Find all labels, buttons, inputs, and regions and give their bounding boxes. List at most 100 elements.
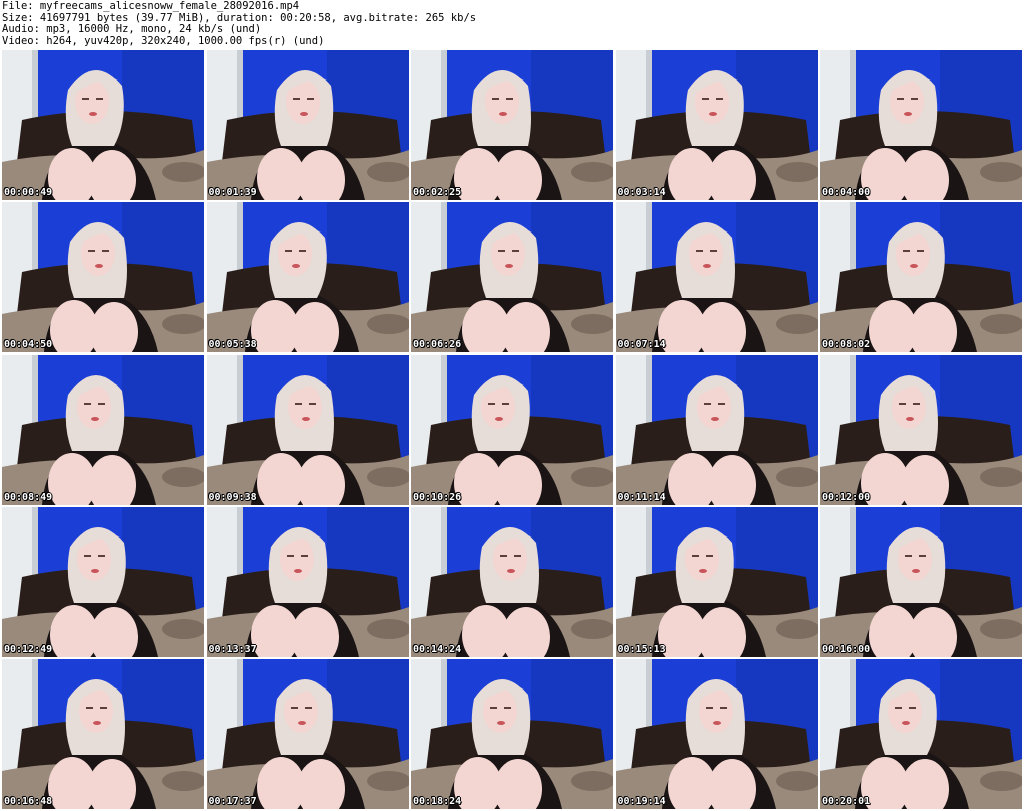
eye-right [502,402,509,405]
pillow [366,771,409,791]
eye-left [84,402,91,405]
thumbnail-frame-image [206,659,409,809]
eye-right [911,98,918,100]
eye-left [899,402,906,405]
eye-right [98,554,105,557]
video-thumbnail: 00:11:14 [615,354,818,505]
thumbnail-timestamp: 00:07:14 [617,339,666,351]
thumbnail-frame-image [411,506,613,657]
video-thumbnail: 00:03:14 [615,50,818,200]
eye-right [913,402,920,405]
video-thumbnail: 00:08:49 [2,354,204,505]
thumbnail-timestamp: 00:02:25 [413,187,462,198]
video-thumbnail: 00:17:37 [206,659,409,809]
eye-right [504,707,511,709]
eye-right [98,402,105,405]
lips [708,112,717,116]
video-thumbnail: 00:06:26 [411,202,613,353]
lips [291,264,300,269]
thumbnail-timestamp: 00:14:24 [413,643,462,655]
eye-right [100,707,107,709]
eye-left [488,402,495,405]
lips [912,568,920,573]
thumbnail-timestamp: 00:20:01 [822,796,871,807]
lips [702,264,711,269]
eye-left [294,402,302,405]
video-thumbnail: 00:15:13 [615,506,818,657]
pillow [980,771,1022,791]
video-thumbnail: 00:12:49 [2,506,204,657]
video-thumbnail: 00:07:14 [615,202,818,353]
pillow [775,314,818,335]
pillow [571,771,613,791]
pillow [775,771,818,791]
thumbnail-frame-image [411,354,613,505]
thumbnail-frame-image [2,202,204,353]
eye-left [905,554,912,557]
pillow [571,162,613,182]
eye-right [715,98,723,100]
pillow [571,314,613,335]
video-thumbnail: 00:00:49 [2,50,204,200]
lips [91,416,99,421]
thumbnail-frame-image [206,354,409,505]
thumbnail-timestamp: 00:03:14 [617,187,666,198]
thumbnail-frame-image [411,50,613,200]
eye-left [82,98,89,100]
thumbnail-frame-image [206,506,409,657]
eye-left [286,554,294,557]
eye-left [703,402,711,405]
audio-info-line: Audio: mp3, 16000 Hz, mono, 24 kb/s (und… [2,23,262,35]
lips [89,112,97,116]
thumbnail-timestamp: 00:08:49 [4,491,53,503]
pillow [366,162,409,182]
lips [297,721,306,725]
lips [906,416,914,421]
video-thumbnail: 00:14:24 [411,506,613,657]
lips [910,264,918,269]
pillow [980,618,1022,639]
lips [505,264,513,269]
video-thumbnail: 00:20:01 [820,659,1022,809]
video-thumbnail: 00:09:38 [206,354,409,505]
thumbnail-timestamp: 00:16:00 [822,643,871,655]
lips [902,721,910,725]
thumbnail-frame-image [615,50,818,200]
eye-right [709,250,717,253]
eye-left [895,707,902,709]
eye-right [705,554,713,557]
thumbnail-frame-image [820,50,1022,200]
thumbnail-timestamp: 00:06:26 [413,339,462,351]
thumbnail-frame-image [411,659,613,809]
thumbnail-timestamp: 00:04:00 [822,187,871,198]
eye-right [514,554,521,557]
eye-right [298,250,306,253]
eye-right [96,98,103,100]
pillow [162,771,204,791]
thumbnail-frame-image [2,659,204,809]
eye-right [304,707,312,709]
pillow [366,618,409,639]
video-thumbnail: 00:02:25 [411,50,613,200]
thumbnail-frame-image [615,354,818,505]
eye-left [897,98,904,100]
thumbnail-timestamp: 00:16:48 [4,796,53,807]
file-info-header: File: myfreecams_alicesnoww_female_28092… [2,0,1020,47]
eye-right [909,707,916,709]
video-thumbnail: 00:13:37 [206,506,409,657]
thumbnail-timestamp: 00:19:14 [617,796,666,807]
lips [495,416,503,421]
eye-right [919,554,926,557]
lips [301,416,310,421]
pillow [775,618,818,639]
eye-left [903,250,910,253]
thumbnail-timestamp: 00:08:02 [822,339,871,351]
thumbnail-timestamp: 00:05:38 [208,339,257,351]
thumbnail-timestamp: 00:10:26 [413,491,462,503]
lips [293,568,302,573]
thumbnail-frame-image [820,506,1022,657]
thumbnail-frame-image [2,506,204,657]
pillow [366,466,409,487]
eye-right [719,707,727,709]
video-thumbnail: 00:16:48 [2,659,204,809]
